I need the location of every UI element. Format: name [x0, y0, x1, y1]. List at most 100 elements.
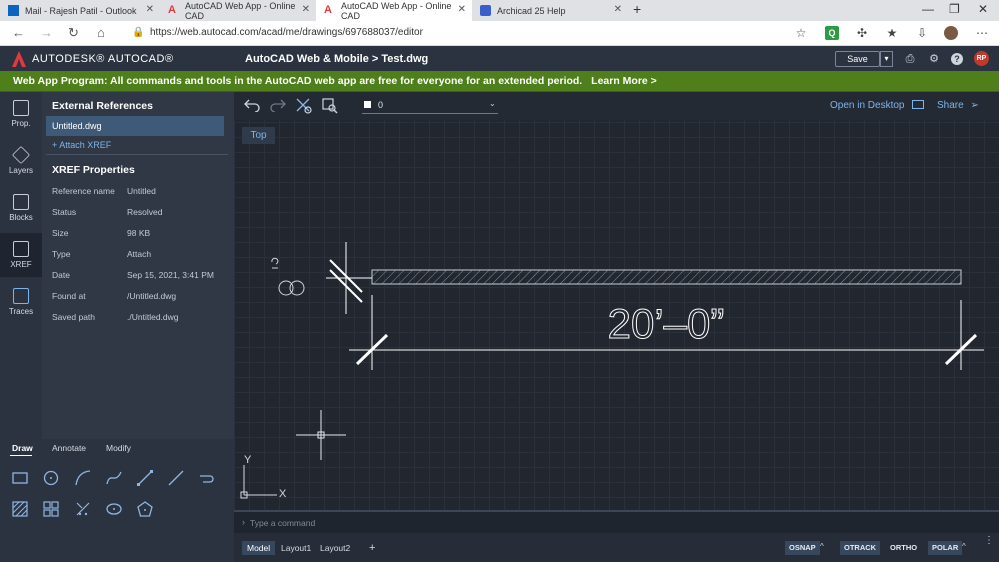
- browser-tab-autocad-1[interactable]: A AutoCAD Web App - Online CAD ✕: [160, 0, 316, 21]
- autocad-icon: A: [168, 4, 176, 16]
- layout-tab-layout2[interactable]: Layout2: [315, 541, 355, 555]
- settings-icon[interactable]: ⚙: [928, 53, 940, 65]
- property-key: Type: [52, 249, 71, 259]
- rail-item-layers[interactable]: Layers: [0, 139, 42, 183]
- spline-icon[interactable]: [105, 469, 123, 487]
- polar-toggle[interactable]: POLAR: [928, 541, 963, 555]
- osnap-toggle[interactable]: OSNAP: [785, 541, 820, 555]
- close-icon[interactable]: ✕: [614, 4, 622, 15]
- browser-address-bar: ← → ↻ ⌂ 🔒 https://web.autocad.com/acad/m…: [0, 21, 999, 46]
- avatar[interactable]: RP: [974, 51, 989, 66]
- layout-tab-layout1[interactable]: Layout1: [276, 541, 316, 555]
- rail-label: Layers: [8, 166, 33, 175]
- command-line: ›: [234, 510, 999, 533]
- print-icon[interactable]: ⎙: [904, 53, 916, 65]
- rail-item-properties[interactable]: Prop.: [0, 92, 42, 136]
- favorites-icon[interactable]: ★: [885, 26, 899, 40]
- save-dropdown-icon[interactable]: ▾: [880, 51, 893, 67]
- left-rail: Prop. Layers Blocks XREF Traces: [0, 92, 42, 439]
- line-icon[interactable]: [167, 469, 185, 487]
- xref-icon: [13, 241, 29, 257]
- browser-tab-autocad-2[interactable]: A AutoCAD Web App - Online CAD ✕: [316, 0, 472, 21]
- learn-more-link[interactable]: Learn More >: [591, 75, 657, 87]
- minimize-icon[interactable]: —: [922, 2, 934, 16]
- active-tab-indicator: [10, 455, 32, 456]
- lock-icon[interactable]: 🔒: [132, 27, 144, 38]
- property-value: Resolved: [127, 207, 163, 217]
- trim-icon[interactable]: [74, 500, 92, 518]
- profile-icon[interactable]: [944, 26, 958, 40]
- polyline-icon[interactable]: [198, 469, 216, 487]
- tab-title: Mail - Rajesh Patil - Outlook: [25, 5, 137, 16]
- puzzle-icon[interactable]: ✣: [855, 26, 869, 40]
- rail-label: Prop.: [11, 119, 31, 128]
- tab-annotate[interactable]: Annotate: [52, 443, 86, 453]
- insertion-marker[interactable]: [271, 257, 305, 296]
- home-icon[interactable]: ⌂: [97, 25, 105, 40]
- divider: [46, 154, 228, 155]
- otrack-toggle[interactable]: OTRACK: [840, 541, 881, 555]
- downloads-icon[interactable]: ⇩: [915, 26, 929, 40]
- property-key: Date: [52, 270, 70, 280]
- window-close-icon[interactable]: ✕: [978, 2, 988, 16]
- rectangle-icon[interactable]: [11, 469, 29, 487]
- rail-item-traces[interactable]: Traces: [0, 280, 42, 324]
- save-button[interactable]: Save: [835, 51, 880, 67]
- rail-item-xref[interactable]: XREF: [0, 233, 42, 277]
- wall-break-symbol[interactable]: [326, 242, 372, 314]
- panel-title: External References: [52, 100, 153, 112]
- more-icon[interactable]: ⋯: [975, 26, 989, 40]
- back-icon[interactable]: ←: [12, 25, 25, 40]
- hatched-wall[interactable]: [371, 269, 962, 285]
- reload-icon[interactable]: ↻: [68, 25, 79, 41]
- command-input[interactable]: [250, 518, 750, 528]
- browser-tab-archicad[interactable]: Archicad 25 Help ✕: [472, 0, 628, 21]
- browser-tab-outlook[interactable]: Mail - Rajesh Patil - Outlook ✕: [0, 0, 160, 21]
- favorite-add-icon[interactable]: ☆: [794, 26, 808, 40]
- help-icon[interactable]: ?: [951, 53, 963, 65]
- polygon-icon[interactable]: [136, 500, 154, 518]
- xref-panel: External References Untitled.dwg + Attac…: [42, 92, 234, 439]
- property-value: ./Untitled.dwg: [127, 312, 179, 322]
- xref-file-item[interactable]: Untitled.dwg: [46, 116, 224, 136]
- rail-label: XREF: [10, 260, 32, 269]
- rail-item-blocks[interactable]: Blocks: [0, 186, 42, 230]
- dimension-text[interactable]: 20’–0”: [607, 300, 725, 348]
- outlook-icon: [8, 5, 19, 16]
- new-tab-icon[interactable]: +: [633, 1, 641, 17]
- traces-icon: [13, 288, 29, 304]
- array-icon[interactable]: [42, 500, 60, 518]
- restore-icon[interactable]: ❐: [949, 2, 960, 16]
- drawing-canvas[interactable]: 0 ⌄ Open in Desktop Share ➢ Top 20’–0” X…: [234, 92, 999, 510]
- property-key: Found at: [52, 291, 86, 301]
- property-value: 98 KB: [127, 228, 151, 238]
- add-layout-icon[interactable]: +: [364, 541, 380, 555]
- property-value: /Untitled.dwg: [127, 291, 177, 301]
- layout-tab-model[interactable]: Model: [242, 541, 276, 555]
- brand-name: AUTODESK® AUTOCAD®: [32, 53, 174, 65]
- circle-icon[interactable]: [42, 469, 60, 487]
- hatch-icon[interactable]: [11, 500, 29, 518]
- extension-icon[interactable]: Q: [825, 26, 839, 40]
- line-arrow-icon[interactable]: [136, 469, 154, 487]
- arc-icon[interactable]: [74, 469, 92, 487]
- close-icon[interactable]: ✕: [302, 4, 310, 15]
- layers-icon: [11, 145, 31, 165]
- autodesk-logo-icon: [12, 51, 26, 67]
- ortho-toggle[interactable]: ORTHO: [886, 541, 921, 555]
- forward-icon[interactable]: →: [40, 25, 53, 40]
- more-vertical-icon[interactable]: ⋮: [984, 536, 994, 546]
- property-key: Size: [52, 228, 69, 238]
- url-field[interactable]: https://web.autocad.com/acad/me/drawings…: [150, 27, 423, 38]
- ellipse-icon[interactable]: [105, 500, 123, 518]
- drawing-geometry: 20’–0” X Y: [240, 242, 984, 500]
- tab-draw[interactable]: Draw: [12, 443, 33, 453]
- tab-title: AutoCAD Web App - Online CAD: [184, 0, 296, 21]
- chevron-up-icon[interactable]: ^: [820, 542, 824, 551]
- close-icon[interactable]: ✕: [458, 4, 466, 15]
- tab-modify[interactable]: Modify: [106, 443, 131, 453]
- chevron-up-icon[interactable]: ^: [962, 542, 966, 551]
- draw-panel: Draw Annotate Modify: [0, 439, 234, 562]
- close-icon[interactable]: ✕: [146, 4, 154, 15]
- attach-xref-button[interactable]: + Attach XREF: [52, 140, 111, 150]
